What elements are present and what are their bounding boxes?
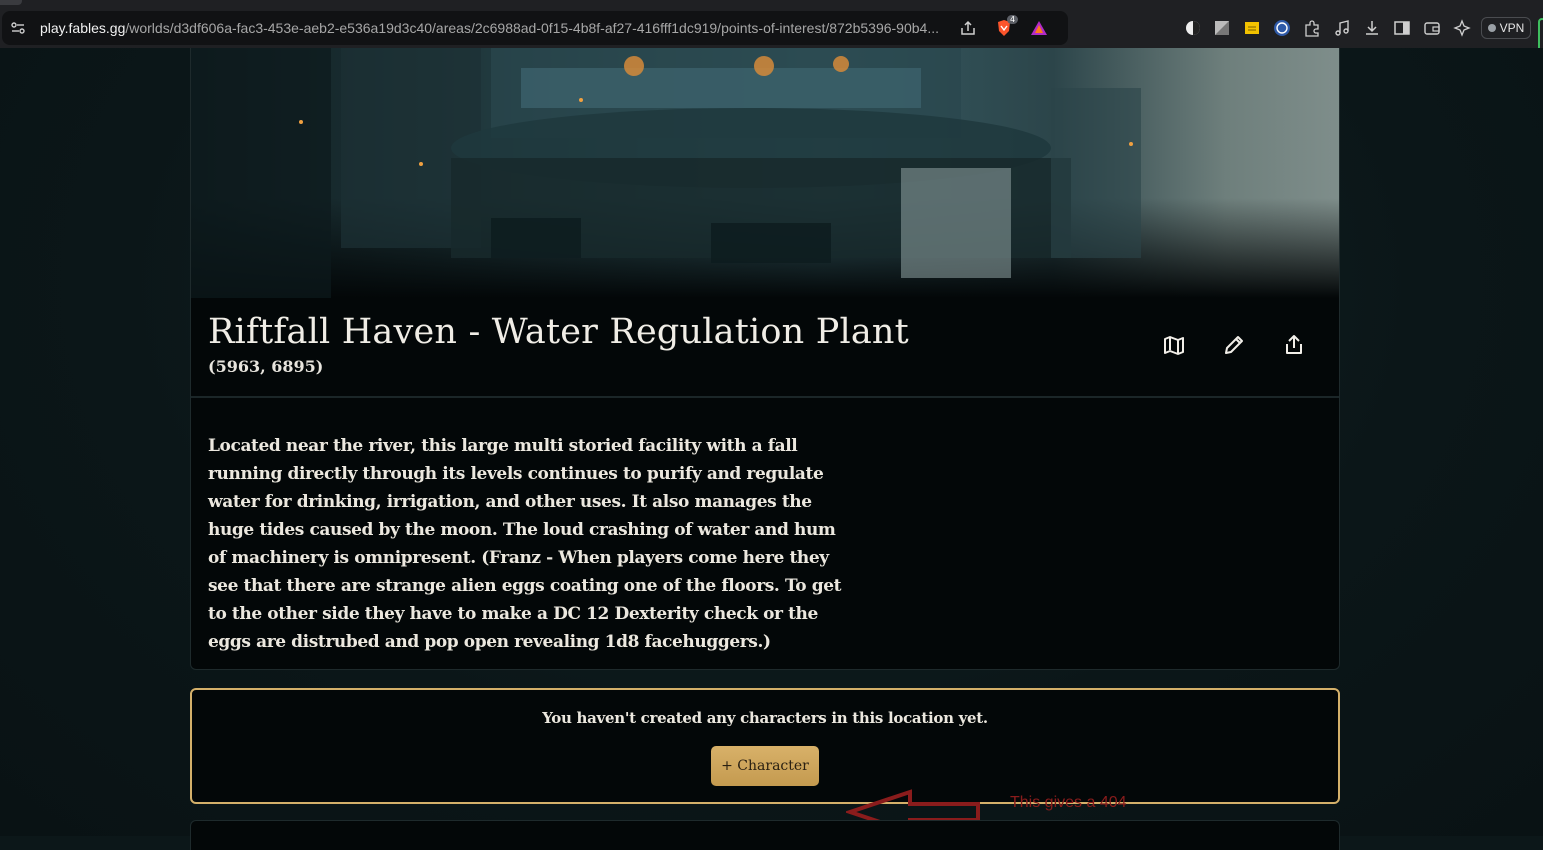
next-section-card — [190, 820, 1340, 850]
leo-ai-icon[interactable] — [1452, 18, 1472, 38]
location-coordinates: (5963, 6895) — [208, 357, 324, 376]
extensions-icon[interactable] — [1302, 18, 1322, 38]
map-button[interactable] — [1161, 334, 1187, 360]
characters-panel: You haven't created any characters in th… — [190, 688, 1340, 804]
note-icon[interactable] — [1242, 18, 1262, 38]
share-page-icon[interactable] — [958, 18, 978, 38]
share-button[interactable] — [1281, 334, 1307, 360]
no-characters-message: You haven't created any characters in th… — [542, 709, 988, 727]
location-title: Riftfall Haven - Water Regulation Plant — [208, 312, 909, 352]
image-icon[interactable] — [1212, 18, 1232, 38]
brave-rewards-icon[interactable] — [1029, 18, 1049, 38]
browser-toolbar: play.fables.gg/worlds/d3df606a-fac3-453e… — [0, 8, 1543, 52]
vpn-status-icon — [1487, 24, 1496, 32]
address-bar[interactable]: play.fables.gg/worlds/d3df606a-fac3-453e… — [2, 11, 1068, 45]
edit-button[interactable] — [1221, 334, 1247, 360]
share-icon — [1282, 333, 1306, 361]
translate-icon[interactable] — [1272, 18, 1292, 38]
music-icon[interactable] — [1332, 18, 1352, 38]
page-content: Riftfall Haven - Water Regulation Plant … — [0, 48, 1543, 850]
section-divider — [191, 396, 1339, 398]
brave-shields-icon[interactable]: 4 — [994, 15, 1019, 38]
location-card: Riftfall Haven - Water Regulation Plant … — [190, 48, 1340, 670]
tab-strip — [0, 0, 1543, 8]
tab-indicator[interactable] — [0, 0, 22, 5]
vpn-button[interactable]: VPN — [1481, 17, 1531, 39]
url-path: /worlds/d3df606a-fac3-453e-aeb2-e536a19d… — [125, 20, 939, 36]
hero-artwork — [191, 48, 1141, 298]
edit-icon — [1222, 333, 1246, 361]
contrast-icon[interactable] — [1183, 18, 1203, 38]
add-character-button[interactable]: + Character — [711, 746, 819, 786]
sidebar-icon[interactable] — [1392, 18, 1412, 38]
location-hero-image — [191, 48, 1339, 298]
wallet-icon[interactable] — [1422, 18, 1442, 38]
url-text[interactable]: play.fables.gg/worlds/d3df606a-fac3-453e… — [40, 20, 950, 38]
vpn-label: VPN — [1499, 21, 1525, 35]
map-icon — [1162, 333, 1186, 361]
url-host: play.fables.gg — [40, 20, 126, 36]
location-description: Located near the river, this large multi… — [208, 436, 842, 652]
shields-badge: 4 — [1007, 15, 1019, 24]
profile-edge[interactable] — [1538, 18, 1543, 52]
download-icon[interactable] — [1362, 18, 1382, 38]
site-settings-icon[interactable] — [10, 20, 28, 36]
